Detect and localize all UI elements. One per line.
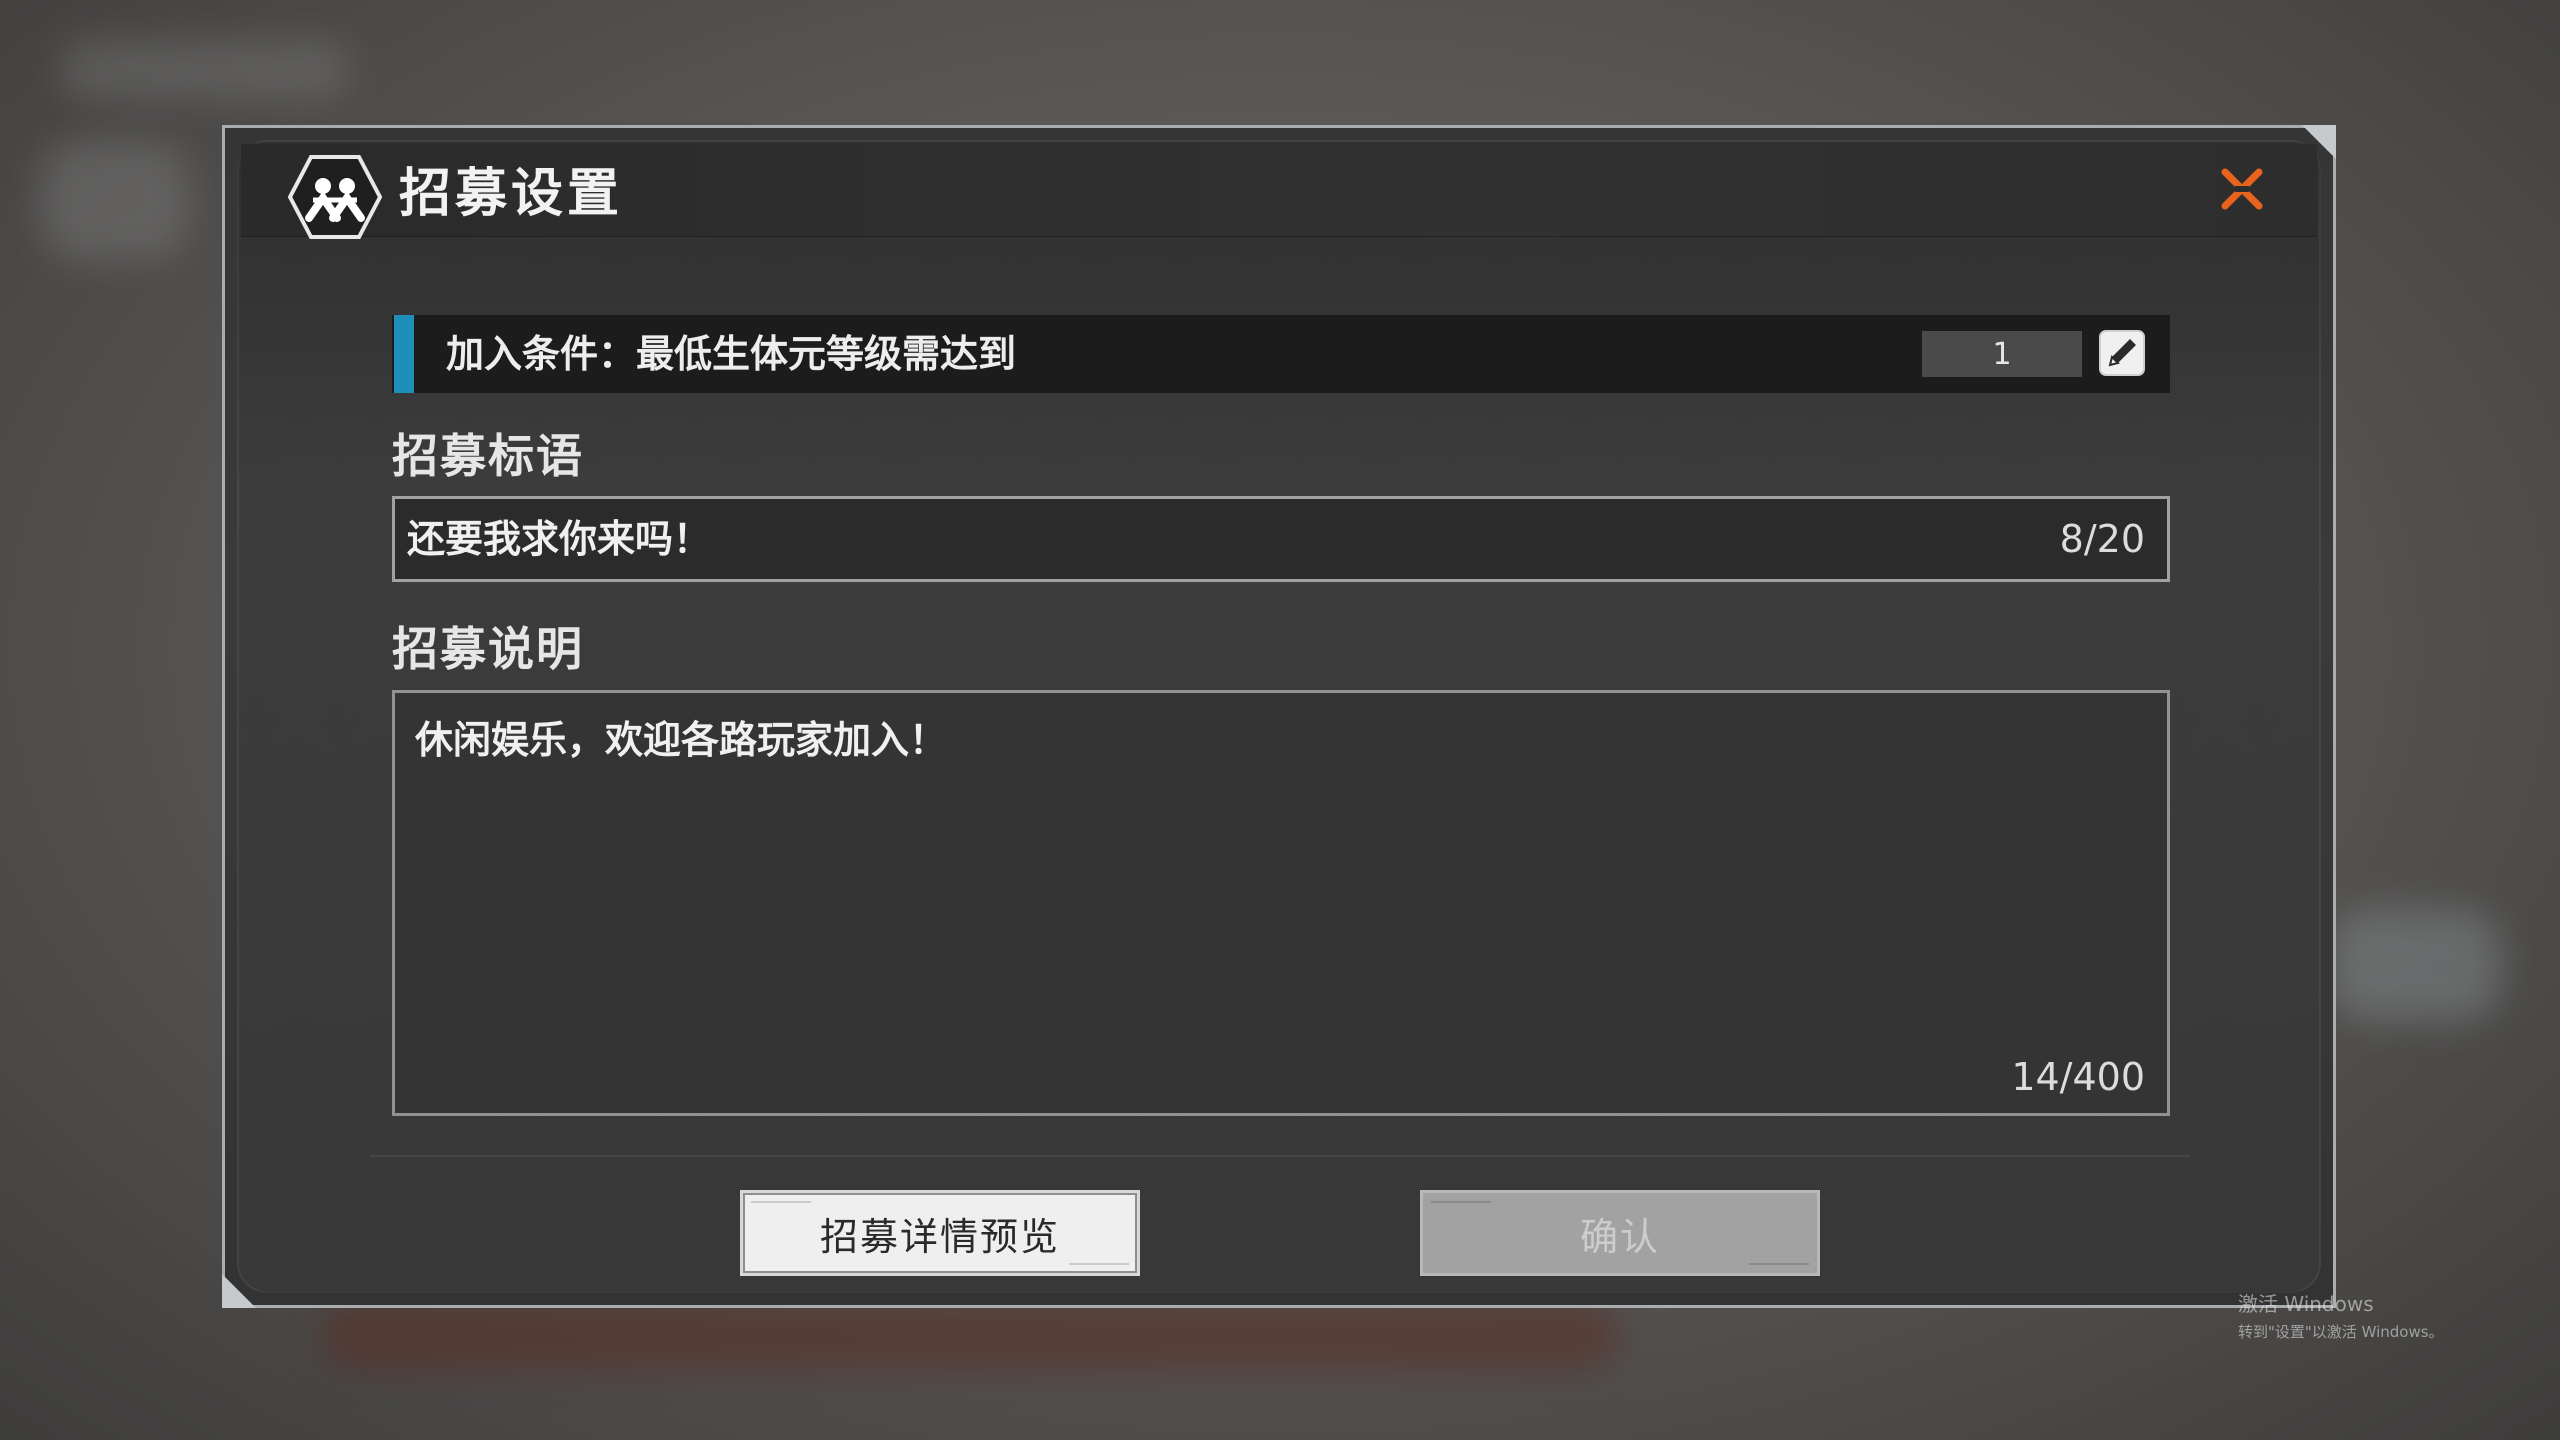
button-ornament [1431,1201,1491,1203]
join-condition-label: 加入条件：最低生体元等级需达到 [446,332,1017,376]
background-blur [40,140,190,260]
min-level-input[interactable] [1922,331,2082,377]
slogan-section-title: 招募标语 [392,429,584,483]
button-ornament [1749,1263,1809,1265]
slogan-text: 还要我求你来吗！ [407,517,712,561]
slogan-input[interactable]: 还要我求你来吗！ 8/20 [392,496,2170,582]
windows-activation-watermark: 激活 Windows 转到"设置"以激活 Windows。 [2238,1288,2444,1342]
close-x-icon[interactable] [2219,166,2265,212]
recruit-preview-label: 招募详情预览 [819,1214,1060,1259]
description-textarea[interactable]: 休闲娱乐，欢迎各路玩家加入！ 14/400 [392,690,2170,1116]
description-section-title: 招募说明 [392,622,584,676]
background-blur [2330,910,2500,1020]
accent-stripe [394,315,414,393]
button-ornament [1069,1263,1129,1265]
divider [370,1155,2190,1157]
corner-ornament [222,1274,256,1308]
background-blur [60,40,350,100]
guild-emblem-icon [287,155,383,239]
slogan-char-counter: 8/20 [2059,517,2145,561]
dialog-titlebar: 招募设置 [241,144,2317,239]
dialog-title: 招募设置 [399,164,624,224]
confirm-button[interactable]: 确认 [1420,1190,1820,1276]
confirm-label: 确认 [1579,1214,1660,1259]
button-ornament [751,1201,811,1203]
description-char-counter: 14/400 [2011,1055,2145,1099]
watermark-line2: 转到"设置"以激活 Windows。 [2238,1323,2444,1341]
watermark-line1: 激活 Windows [2238,1292,2374,1316]
description-text: 休闲娱乐，欢迎各路玩家加入！ [415,718,948,762]
recruit-preview-button[interactable]: 招募详情预览 [740,1190,1140,1276]
pencil-edit-icon[interactable] [2098,329,2146,377]
join-condition-bar: 加入条件：最低生体元等级需达到 [392,315,2170,393]
background-blur [320,1300,1620,1370]
